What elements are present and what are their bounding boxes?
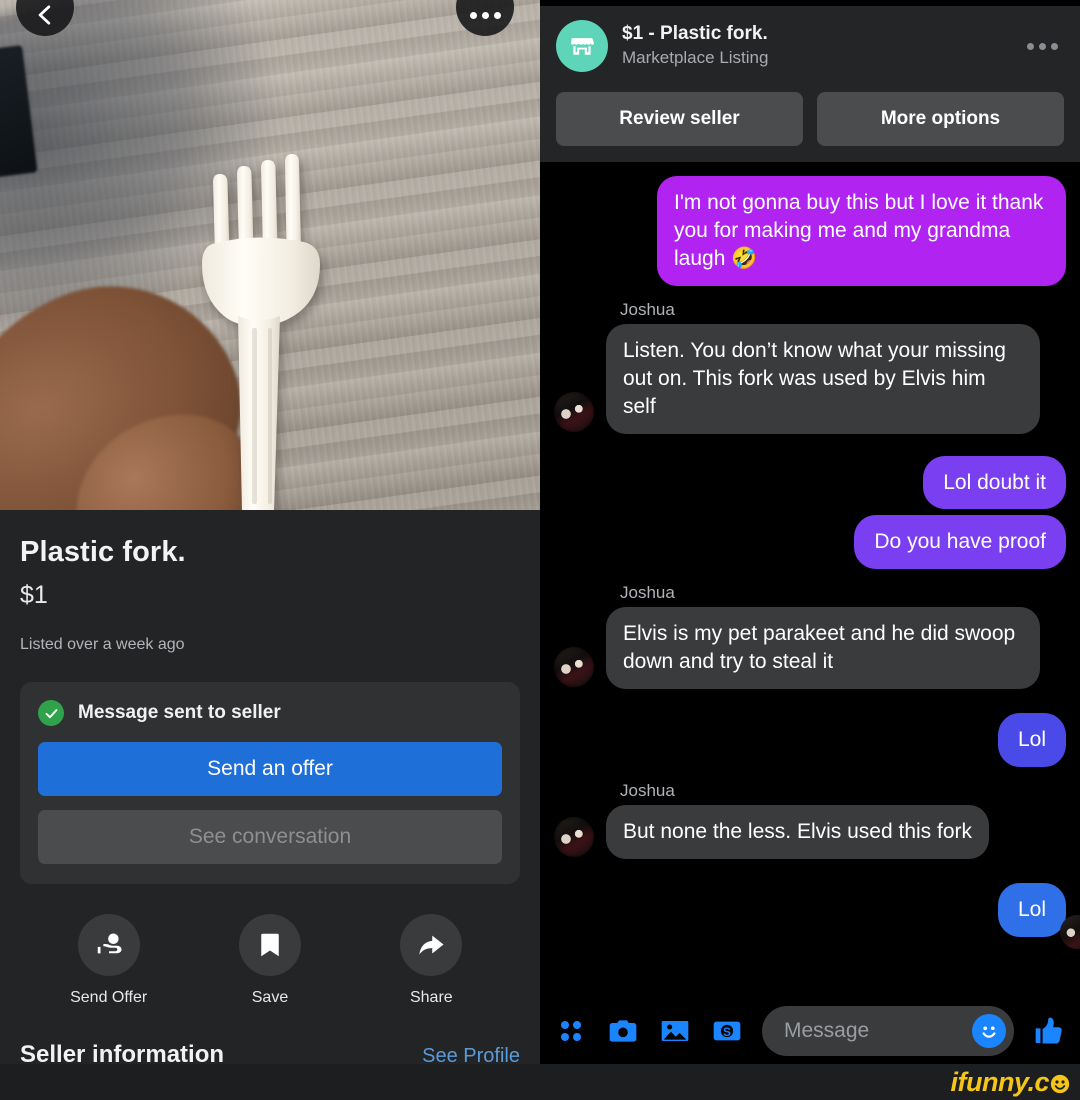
bottom-strip: ifunny.c	[0, 1064, 1080, 1100]
chat-more-button[interactable]	[1021, 42, 1064, 50]
message-row: Lol doubt it	[540, 455, 1080, 510]
message-row: But none the less. Elvis used this fork	[540, 805, 1080, 860]
message-bubble-sent[interactable]: Lol	[997, 883, 1066, 937]
messenger-panel: $1 - Plastic fork. Marketplace Listing R…	[540, 0, 1080, 1100]
avatar[interactable]	[554, 817, 594, 858]
avatar[interactable]	[554, 647, 594, 688]
chat-header: $1 - Plastic fork. Marketplace Listing R…	[540, 6, 1080, 162]
chat-subtitle: Marketplace Listing	[622, 48, 769, 68]
message-composer: S Message	[540, 998, 1080, 1064]
send-an-offer-button[interactable]: Send an offer	[38, 742, 502, 796]
message-bubble-received[interactable]: But none the less. Elvis used this fork	[606, 805, 990, 860]
message-sender-name: Joshua	[620, 781, 675, 801]
listing-date: Listed over a week ago	[20, 636, 185, 653]
back-arrow-icon	[38, 5, 51, 25]
message-bubble-received[interactable]: Listen. You don’t know what your missing…	[606, 323, 1040, 434]
bookmark-icon	[238, 914, 301, 976]
marketplace-listing-panel: Plastic fork. $1 Listed over a week ago …	[0, 0, 540, 1100]
message-row: Lol	[540, 883, 1080, 937]
message-bubble-sent[interactable]: Do you have proof	[854, 515, 1066, 570]
send-offer-action[interactable]: Send Offer	[28, 914, 189, 1007]
message-row: Lol	[540, 713, 1080, 768]
overflow-menu-icon	[469, 11, 501, 19]
message-bubble-received[interactable]: Elvis is my pet parakeet and he did swoo…	[606, 607, 1040, 690]
save-action[interactable]: Save	[189, 914, 350, 1007]
chat-title: $1 - Plastic fork.	[622, 22, 768, 44]
message-status-card: Message sent to seller Send an offer See…	[20, 682, 520, 884]
share-label: Share	[409, 989, 453, 1006]
send-offer-label: Send Offer	[70, 989, 148, 1006]
smiley-o-icon	[1050, 1074, 1070, 1093]
message-input-placeholder: Message	[784, 1019, 870, 1042]
message-bubble-sent[interactable]: I'm not gonna buy this but I love it tha…	[657, 176, 1066, 286]
screenshot-root: Plastic fork. $1 Listed over a week ago …	[0, 0, 1080, 1100]
message-row: Listen. You don’t know what your missing…	[540, 323, 1080, 434]
seen-avatar	[1060, 914, 1080, 949]
payment-dollar-icon[interactable]: S	[710, 1014, 744, 1048]
listing-price: $1	[20, 581, 48, 609]
share-arrow-icon	[400, 914, 463, 976]
send-offer-icon	[77, 914, 140, 976]
see-conversation-button[interactable]: See conversation	[38, 810, 502, 864]
marketplace-store-icon	[556, 20, 608, 72]
message-sender-name: Joshua	[620, 583, 675, 603]
message-row: I'm not gonna buy this but I love it tha…	[540, 176, 1080, 286]
message-bubble-sent[interactable]: Lol	[997, 713, 1066, 768]
listing-action-bar: Send Offer Save Share	[20, 914, 520, 1007]
avatar[interactable]	[554, 391, 594, 432]
check-circle-icon	[38, 700, 64, 726]
message-sender-name: Joshua	[620, 299, 675, 319]
listing-photo[interactable]	[0, 0, 540, 510]
svg-text:S: S	[723, 1025, 731, 1039]
review-seller-button[interactable]: Review seller	[556, 92, 803, 146]
ifunny-watermark: ifunny.c	[950, 1067, 1070, 1098]
apps-grid-icon[interactable]	[554, 1014, 588, 1048]
listing-info: Plastic fork. $1 Listed over a week ago …	[0, 510, 540, 1007]
message-bubble-sent[interactable]: Lol doubt it	[923, 455, 1066, 510]
search-input[interactable]: Message	[762, 1006, 1014, 1056]
thumbs-up-icon[interactable]	[1032, 1014, 1066, 1048]
message-thread[interactable]: I'm not gonna buy this but I love it tha…	[540, 162, 1080, 1014]
page-title: Plastic fork.	[20, 536, 186, 568]
emoji-smiley-icon[interactable]	[972, 1014, 1006, 1048]
message-row: Elvis is my pet parakeet and he did swoo…	[540, 607, 1080, 690]
plastic-fork	[202, 154, 320, 510]
message-row: Do you have proof	[540, 515, 1080, 570]
more-options-button[interactable]: More options	[817, 92, 1064, 146]
share-action[interactable]: Share	[351, 914, 512, 1007]
status-text: Message sent to seller	[78, 702, 281, 723]
camera-icon[interactable]	[606, 1014, 640, 1048]
photo-gallery-icon[interactable]	[658, 1014, 692, 1048]
save-label: Save	[251, 989, 289, 1006]
watermark-text: ifunny.c	[950, 1067, 1049, 1097]
